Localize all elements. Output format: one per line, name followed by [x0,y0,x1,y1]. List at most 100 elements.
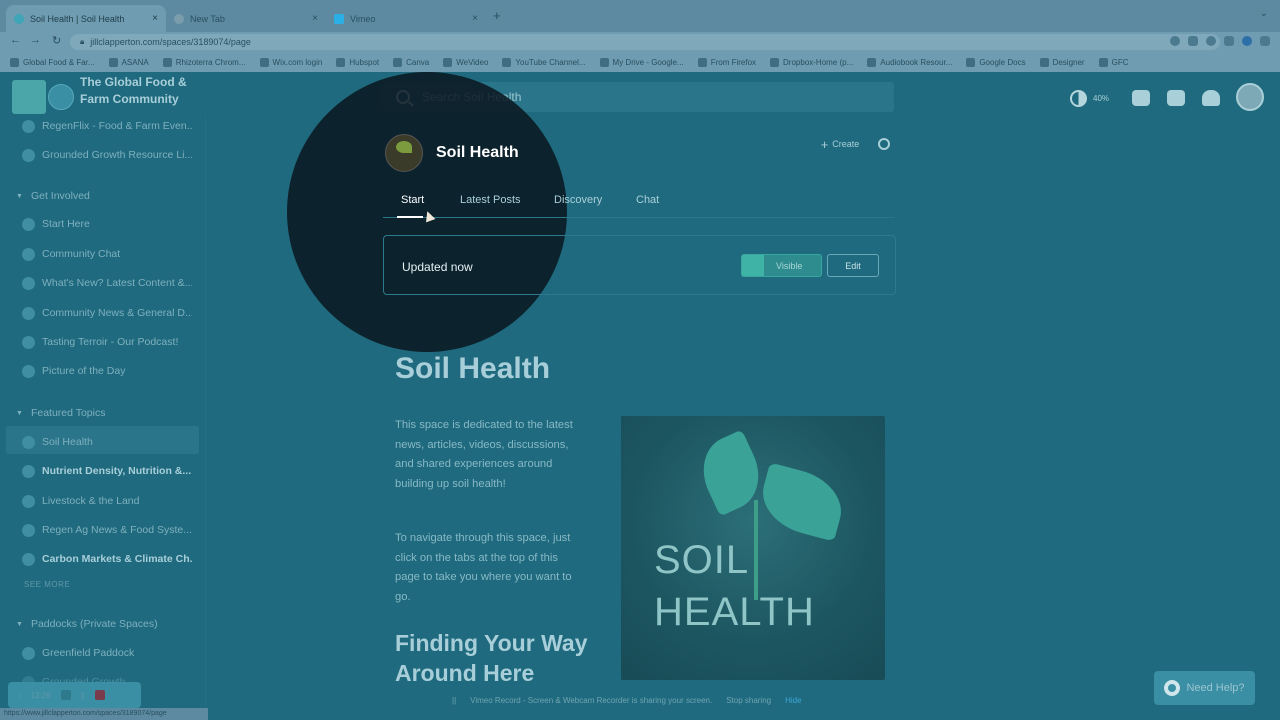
sidebar-section-get-involved[interactable]: ▼ Get Involved [16,190,90,202]
profile-icon[interactable] [1242,36,1252,46]
extension-icon[interactable] [1188,36,1198,46]
hide-button[interactable]: Hide [785,696,801,705]
add-member-icon[interactable] [1132,90,1150,106]
community-avatar[interactable] [48,84,74,110]
bookmark[interactable]: Wix.com login [259,57,322,67]
bookmark[interactable]: GFC [1098,57,1128,67]
sidebar-item-nutrient-density[interactable]: Nutrient Density, Nutrition &... [22,461,192,481]
extension-icon[interactable] [1206,36,1216,46]
sidebar-item-tasting-terroir[interactable]: Tasting Terroir - Our Podcast! [22,332,192,352]
gear-icon[interactable] [878,138,890,150]
bookmark-icon [599,57,609,67]
seedling-leaf [690,429,772,517]
create-button[interactable]: + Create [812,133,868,155]
search-input[interactable]: Search Soil Health [382,82,894,112]
sidebar-item-community-chat[interactable]: Community Chat [22,244,192,264]
tab-chat[interactable]: Chat [636,194,659,206]
bookmark-icon [502,57,512,67]
space-icon [22,217,35,231]
bookmark[interactable]: My Drive - Google... [599,57,684,67]
progress-indicator[interactable]: 40% [1070,88,1109,108]
reload-icon[interactable]: ↻ [52,34,61,47]
bookmark[interactable]: Canva [393,57,429,67]
search-icon [396,90,410,104]
bookmark[interactable]: YouTube Channel... [502,57,586,67]
close-tab-icon[interactable]: × [152,13,158,24]
bookmark[interactable]: Global Food & Far... [10,57,95,67]
sidebar-item-picture-of-the-day[interactable]: Picture of the Day [22,361,192,381]
bookmark[interactable]: Hubspot [336,57,379,67]
menu-dots-icon[interactable] [1260,36,1270,46]
sidebar-item-grounded-growth-resource[interactable]: Grounded Growth Resource Li... [22,145,192,165]
stop-sharing-button[interactable]: Stop sharing [726,696,771,705]
sidebar-item-regenflix[interactable]: RegenFlix - Food & Farm Even... [22,116,192,136]
space-icon [22,435,35,449]
trash-icon[interactable] [60,690,71,700]
space-icon [22,494,35,508]
back-arrow-icon[interactable]: ← [10,34,21,46]
close-tab-icon[interactable]: × [312,13,318,24]
pause-button[interactable]: || [81,691,85,700]
sidebar-item-greenfield-paddock[interactable]: Greenfield Paddock [22,643,192,663]
bell-icon[interactable] [1202,90,1220,106]
chat-icon[interactable] [1167,90,1185,106]
bookmarks-bar: Global Food & Far... ASANA Rhizoterra Ch… [0,52,1280,72]
toggle-knob [742,255,764,276]
see-more-link[interactable]: SEE MORE [24,580,70,589]
bookmark[interactable]: ASANA [108,57,149,67]
bookmark[interactable]: WeVideo [443,57,488,67]
tab-favicon-icon [174,13,184,24]
bookmark[interactable]: Audiobook Resour... [867,57,952,67]
hero-text-line: SOIL [654,538,750,582]
space-title: Soil Health [436,144,519,161]
space-icon [22,523,35,537]
bookmark[interactable]: Rhizoterra Chrom... [162,57,246,67]
need-help-button[interactable]: Need Help? [1154,671,1255,705]
chevron-down-icon[interactable]: ⌄ [1260,8,1268,19]
visible-label: Visible [776,260,803,271]
bookmark[interactable]: Dropbox-Home (p... [770,57,853,67]
sidebar-section-featured-topics[interactable]: ▼ Featured Topics [16,407,105,419]
community-logo[interactable] [12,80,46,114]
sidebar-item-regen-ag-news[interactable]: Regen Ag News & Food Syste... [22,520,192,540]
bookmark-icon [867,57,877,67]
community-name[interactable]: The Global Food & Farm Community [80,74,190,108]
puzzle-icon[interactable] [1224,36,1234,46]
stop-record-icon[interactable] [94,690,105,700]
visible-toggle[interactable]: Visible [741,254,822,277]
sidebar-item-whats-new[interactable]: What's New? Latest Content &... [22,273,192,293]
bookmark-icon [1039,57,1049,67]
space-icon [22,119,35,133]
navigation-paragraph: To navigate through this space, just cli… [395,532,572,603]
recorder-controls: ‹ 13:26 || [8,682,141,708]
bookmark[interactable]: From Firefox [697,57,756,67]
collapse-icon[interactable]: ‹ [18,691,21,700]
edit-button[interactable]: Edit [827,254,879,277]
tab-title: Soil Health | Soil Health [30,13,125,24]
extension-icon[interactable] [1170,36,1180,46]
sidebar-item-carbon-markets[interactable]: Carbon Markets & Climate Ch... [22,549,192,569]
sidebar-item-soil-health[interactable]: Soil Health [22,432,192,452]
page-heading: Soil Health [395,352,551,385]
browser-tab-new-tab[interactable]: New Tab × [166,5,326,32]
tab-latest-posts[interactable]: Latest Posts [460,194,521,206]
new-tab-button[interactable]: + [493,8,501,23]
bookmark[interactable]: Designer [1039,57,1085,67]
tab-start[interactable]: Start [401,194,424,206]
sidebar-item-community-news[interactable]: Community News & General D... [22,303,192,323]
close-tab-icon[interactable]: × [472,13,478,24]
tab-discovery[interactable]: Discovery [554,194,602,206]
sidebar-section-paddocks[interactable]: ▼ Paddocks (Private Spaces) [16,618,158,630]
browser-tab-soil-health[interactable]: Soil Health | Soil Health × [6,5,166,32]
extension-icons [1170,36,1270,46]
bookmark[interactable]: Google Docs [966,57,1026,67]
browser-tab-vimeo[interactable]: Vimeo × [326,5,486,32]
address-url: jillclapperton.com/spaces/3189074/page [90,37,251,47]
user-avatar[interactable] [1236,83,1264,111]
address-bar[interactable]: 🔒︎ jillclapperton.com/spaces/3189074/pag… [70,34,1220,50]
bookmark-icon [336,57,346,67]
sidebar-item-start-here[interactable]: Start Here [22,214,192,234]
lock-icon: 🔒︎ [80,37,85,46]
forward-arrow-icon[interactable]: → [30,34,41,46]
sidebar-item-livestock[interactable]: Livestock & the Land [22,491,192,511]
